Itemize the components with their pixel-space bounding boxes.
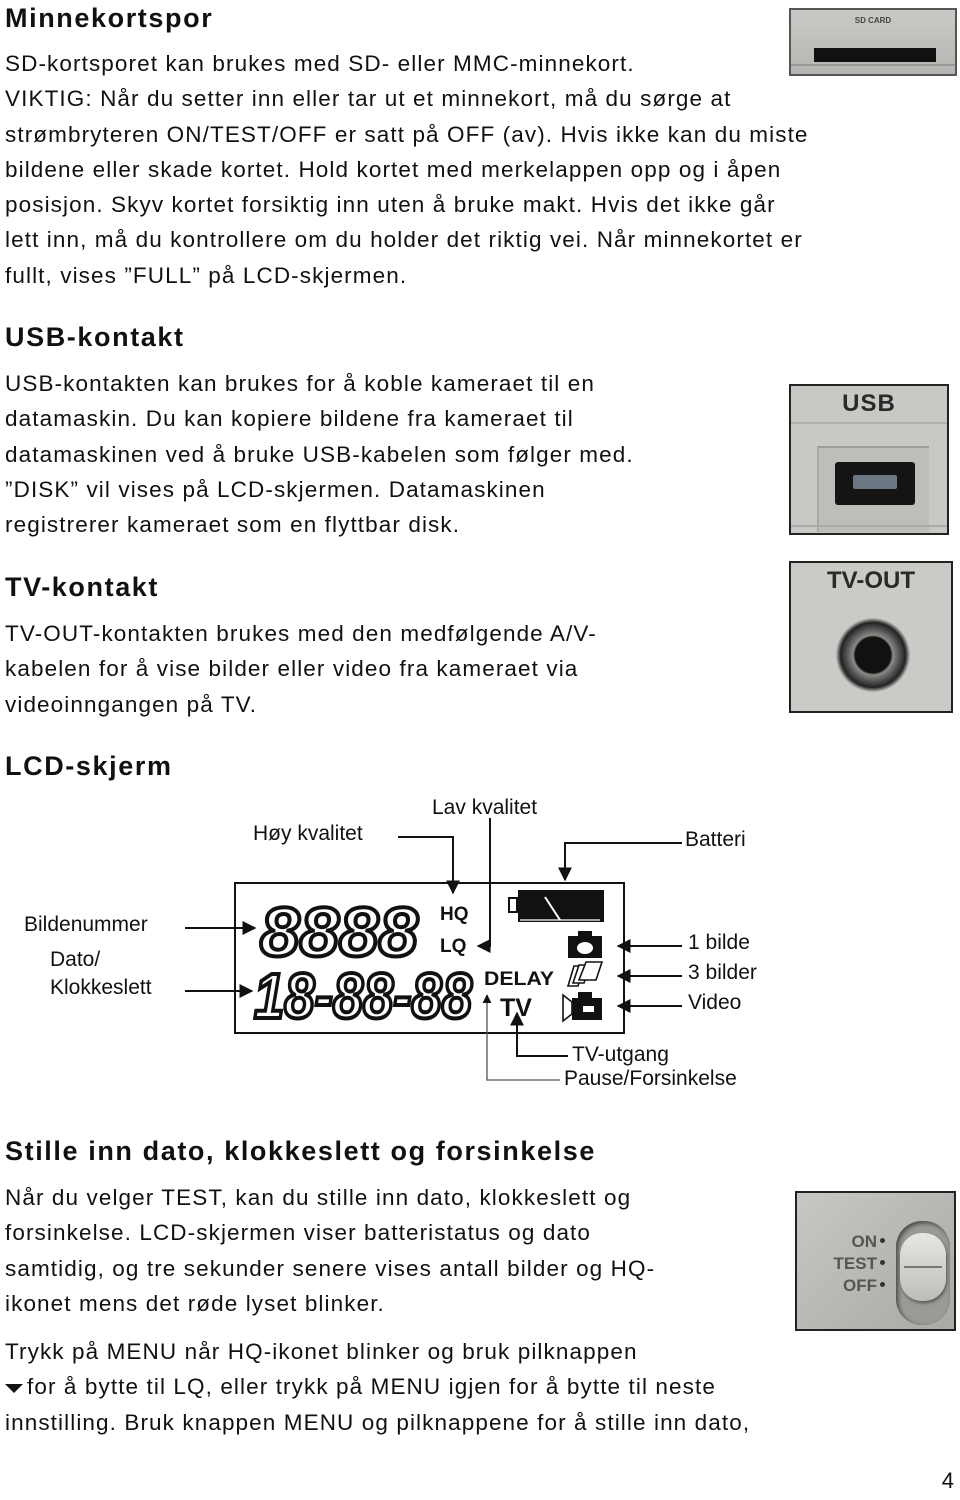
paragraph-menu-instructions: Trykk på MENU når HQ-ikonet blinker og b… (5, 1334, 750, 1440)
text-line: Trykk på MENU når HQ-ikonet blinker og b… (5, 1339, 638, 1364)
lcd-date-time: 18-88-88 (254, 960, 472, 1032)
callout-one-image: 1 bilde (688, 931, 750, 954)
text-line: fullt, vises ”FULL” på LCD-skjermen. (5, 262, 408, 288)
tv-out-port-photo: TV-OUT (789, 561, 953, 713)
usb-label: USB (842, 390, 896, 417)
callout-tv-out: TV-utgang (572, 1043, 669, 1066)
lcd-lq-indicator: LQ (440, 936, 466, 957)
text-line: SD-kortsporet kan brukes med SD- eller M… (5, 51, 635, 76)
leader-battery (558, 842, 682, 882)
text-line: innstilling. Bruk knappen MENU og pilkna… (5, 1409, 751, 1435)
heading-usb-connector: USB-kontakt (5, 322, 185, 352)
power-switch-photo: ON TEST OFF (795, 1191, 956, 1331)
text-line: samtidig, og tre sekunder senere vises a… (5, 1255, 656, 1281)
text-line: strømbryteren ON/TEST/OFF er satt på OFF… (5, 121, 809, 147)
text-line: datamaskinen ved å bruke USB-kabelen som… (5, 441, 634, 467)
text-line: for å bytte til LQ, eller trykk på MENU … (27, 1374, 716, 1400)
sd-card-slot-icon (814, 48, 936, 62)
callout-high-quality: Høy kvalitet (253, 822, 363, 845)
lcd-diagram-svg: 8888 18-88-88 HQ LQ DELAY TV (185, 818, 682, 1081)
text-line: bildene eller skade kortet. Hold kortet … (5, 156, 782, 182)
callout-image-number: Bildenummer (24, 913, 148, 936)
callout-low-quality: Lav kvalitet (432, 796, 538, 819)
heading-tv-connector: TV-kontakt (5, 572, 160, 602)
down-arrow-icon (5, 1383, 23, 1393)
usb-port-icon (835, 462, 915, 505)
text-line: USB-kontakten kan brukes for å koble kam… (5, 371, 595, 396)
paragraph-usb-connector: USB-kontakten kan brukes for å koble kam… (5, 366, 634, 542)
text-line: kabelen for å vise bilder eller video fr… (5, 656, 579, 682)
text-line: forsinkelse. LCD-skjermen viser batteris… (5, 1220, 592, 1246)
text-line: lett inn, må du kontrollere om du holder… (5, 227, 803, 253)
lcd-hq-indicator: HQ (440, 904, 469, 925)
text-line: VIKTIG: Når du setter inn eller tar ut e… (5, 86, 732, 112)
usb-port-photo: USB (789, 384, 949, 535)
switch-dots (880, 1238, 885, 1287)
switch-label-test: TEST (833, 1254, 877, 1273)
text-line-with-arrow: for å bytte til LQ, eller trykk på MENU … (5, 1369, 750, 1404)
callout-battery: Batteri (685, 828, 746, 851)
paragraph-tv-connector: TV-OUT-kontakten brukes med den medfølge… (5, 616, 597, 722)
text-line: ikonet mens det røde lyset blinker. (5, 1290, 385, 1316)
switch-labels: ON TEST OFF (807, 1231, 877, 1297)
switch-label-off: OFF (843, 1276, 877, 1295)
lcd-diagram: 8888 18-88-88 HQ LQ DELAY TV Lav kvalite… (0, 790, 800, 1100)
heading-set-date-time-delay: Stille inn dato, klokkeslett og forsinke… (5, 1136, 596, 1166)
power-switch-knob[interactable] (900, 1233, 946, 1301)
callout-video: Video (688, 991, 742, 1014)
edge (791, 525, 947, 527)
callout-date-line2: Klokkeslett (50, 976, 152, 999)
lcd-tv-indicator: TV (500, 994, 532, 1022)
heading-memory-card-slot: Minnekortspor (5, 3, 214, 33)
text-line: videoinngangen på TV. (5, 691, 258, 717)
switch-label-on: ON (851, 1232, 878, 1251)
sd-card-label: SD CARD (854, 16, 892, 25)
text-line: datamaskin. Du kan kopiere bildene fra k… (5, 406, 574, 432)
callout-three-images: 3 bilder (688, 961, 757, 984)
callout-date-line1: Dato/ (50, 948, 101, 971)
text-line: posisjon. Skyv kortet forsiktig inn uten… (5, 192, 776, 218)
sd-card-slot-photo: SD CARD (789, 8, 957, 76)
page-number: 4 (941, 1468, 954, 1493)
slot-edge (791, 64, 955, 66)
text-line: Når du velger TEST, kan du stille inn da… (5, 1185, 632, 1210)
lcd-delay-indicator: DELAY (484, 969, 554, 990)
paragraph-memory-card-slot: SD-kortsporet kan brukes med SD- eller M… (5, 46, 809, 293)
text-line: registrerer kameraet som en flyttbar dis… (5, 512, 461, 538)
divider (791, 422, 947, 424)
paragraph-set-date-time: Når du velger TEST, kan du stille inn da… (5, 1180, 655, 1321)
battery-icon (508, 890, 604, 922)
tv-jack-icon (836, 618, 910, 692)
callout-pause-delay: Pause/Forsinkelse (564, 1067, 737, 1090)
text-line: ”DISK” vil vises på LCD-skjermen. Datama… (5, 476, 546, 502)
tv-out-label: TV-OUT (827, 567, 915, 594)
heading-lcd-screen: LCD-skjerm (5, 751, 173, 781)
text-line: TV-OUT-kontakten brukes med den medfølge… (5, 621, 597, 646)
